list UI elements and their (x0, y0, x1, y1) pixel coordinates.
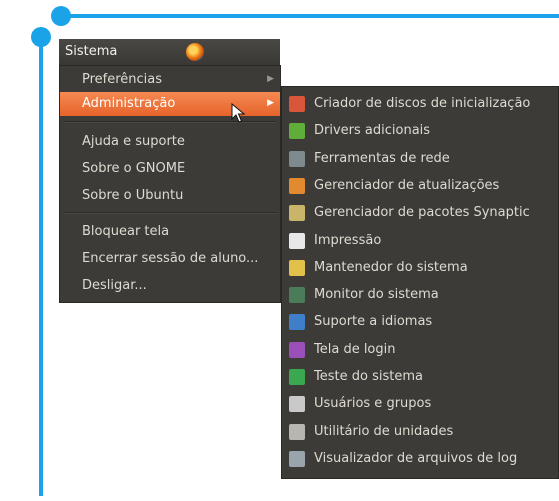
submenu-item[interactable]: Impressão (282, 228, 558, 255)
log-viewer-icon (289, 450, 305, 467)
submenu-item-label: Criador de discos de inicialização (314, 96, 531, 111)
administracao-submenu: Criador de discos de inicialização Driver… (281, 86, 559, 479)
submenu-item[interactable]: Gerenciador de atualizações (282, 173, 558, 200)
submenu-item[interactable]: Monitor do sistema (282, 282, 558, 309)
menu-item-desligar[interactable]: Desligar... (60, 274, 280, 298)
submenu-item[interactable]: Criador de discos de inicialização (282, 91, 558, 118)
submenu-item[interactable]: Tela de login (282, 337, 558, 364)
system-menu: Preferências ▶ Administração ▶ Ajuda e s… (59, 65, 281, 303)
synaptic-icon (289, 205, 305, 222)
network-tools-icon (289, 150, 305, 167)
submenu-item[interactable]: Drivers adicionais (282, 118, 558, 145)
startup-disk-icon (289, 96, 305, 112)
menu-item-ajuda[interactable]: Ajuda e suporte (60, 130, 280, 154)
printer-icon (289, 232, 305, 249)
firefox-icon[interactable] (186, 43, 204, 61)
submenu-item-label: Gerenciador de pacotes Synaptic (314, 205, 530, 221)
menu-separator (64, 212, 276, 214)
menu-item-sobre-gnome[interactable]: Sobre o GNOME (60, 157, 280, 181)
callout-dot-left (31, 27, 51, 47)
submenu-item[interactable]: Ferramentas de rede (282, 146, 558, 173)
submenu-item-label: Drivers adicionais (314, 123, 431, 139)
callout-dot-top (51, 6, 71, 26)
submenu-item[interactable]: Mantenedor do sistema (282, 255, 558, 282)
system-menu-button[interactable]: Sistema (65, 44, 117, 59)
update-manager-icon (289, 177, 305, 194)
language-icon (289, 314, 305, 331)
callout-line-horizontal (60, 14, 559, 18)
submenu-item-label: Gerenciador de atualizações (314, 177, 500, 193)
submenu-item[interactable]: Visualizador de arquivos de log (282, 446, 558, 473)
submenu-item-label: Ferramentas de rede (314, 150, 450, 166)
submenu-item-label: Usuários e grupos (314, 396, 432, 412)
submenu-item-label: Visualizador de arquivos de log (314, 450, 518, 466)
submenu-item[interactable]: Utilitário de unidades (282, 419, 558, 446)
system-monitor-icon (289, 287, 305, 304)
submenu-item-label: Suporte a idiomas (314, 314, 433, 330)
broom-icon (289, 259, 305, 276)
users-icon (289, 396, 305, 413)
menu-item-sobre-ubuntu[interactable]: Sobre o Ubuntu (60, 184, 280, 208)
submenu-item-label: Utilitário de unidades (314, 423, 454, 439)
checkbox-icon (289, 369, 305, 385)
menu-item-administracao[interactable]: Administração ▶ (60, 92, 280, 116)
submenu-item-label: Impressão (314, 232, 382, 248)
submenu-item-label: Teste do sistema (314, 369, 423, 384)
login-screen-icon (289, 341, 305, 358)
menu-item-bloquear-tela[interactable]: Bloquear tela (60, 220, 280, 244)
submenu-item-label: Monitor do sistema (314, 287, 439, 303)
top-panel: Sistema (59, 39, 280, 65)
submenu-item[interactable]: Usuários e grupos (282, 391, 558, 418)
drivers-icon (289, 123, 305, 140)
disk-utility-icon (289, 423, 305, 440)
submenu-item-label: Mantenedor do sistema (314, 259, 468, 275)
submenu-item[interactable]: Teste do sistema (282, 364, 558, 391)
submenu-arrow-icon: ▶ (267, 74, 274, 84)
submenu-item[interactable]: Gerenciador de pacotes Synaptic (282, 200, 558, 227)
submenu-item[interactable]: Suporte a idiomas (282, 309, 558, 336)
callout-line-vertical (39, 36, 43, 496)
submenu-item-label: Tela de login (314, 341, 396, 357)
menu-item-preferencias[interactable]: Preferências ▶ (60, 68, 280, 92)
menu-item-encerrar-sessao[interactable]: Encerrar sessão de aluno... (60, 247, 280, 271)
submenu-arrow-icon: ▶ (267, 98, 274, 108)
